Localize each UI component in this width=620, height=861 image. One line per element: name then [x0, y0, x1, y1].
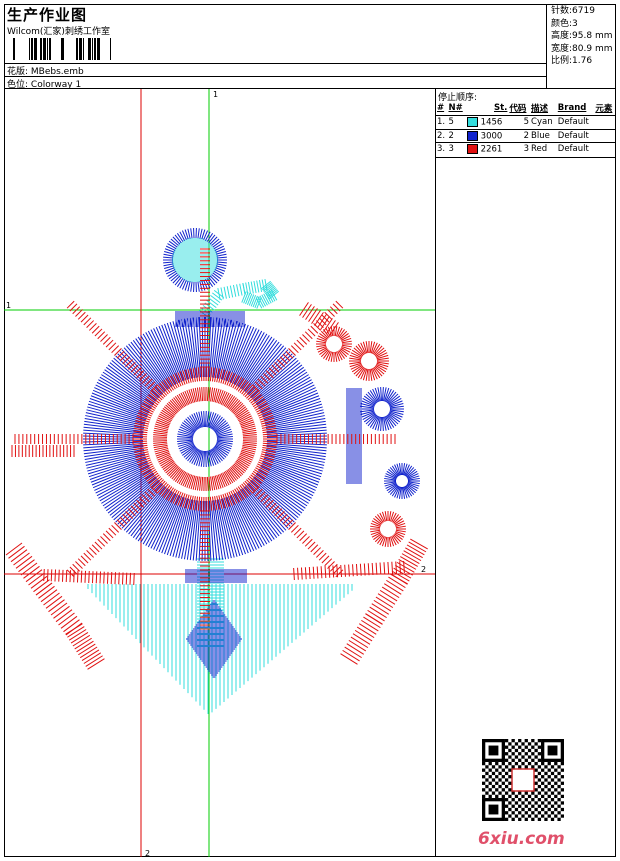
col-index: #: [436, 101, 448, 116]
stat-colors: 颜色:3: [551, 18, 616, 31]
stop-sequence-table: # N# St. 代码 描述 Brand 元素 1. 5 1456 5 Cyan…: [436, 101, 616, 156]
col-code: 代码: [508, 101, 530, 116]
stat-stitches: 针数:6719: [551, 5, 616, 18]
guide-label-h1: 1: [6, 301, 11, 310]
design-canvas[interactable]: 1 1 2 2: [4, 89, 436, 857]
company-name: Wilcom(汇家)刺绣工作室: [7, 24, 110, 37]
header-divider: [4, 63, 546, 64]
table-row[interactable]: 2. 2 3000 2 Blue Default: [436, 129, 616, 143]
stats-panel: 针数:6719 颜色:3 高度:95.8 mm 宽度:80.9 mm 比例:1.…: [546, 4, 616, 89]
table-header-row: # N# St. 代码 描述 Brand 元素: [436, 101, 616, 116]
header: 生产作业图 Wilcom(汇家)刺绣工作室 花版: MBebs.emb 色位: …: [4, 4, 616, 89]
col-brand: Brand: [557, 101, 595, 116]
guide-label-h2: 2: [421, 565, 426, 574]
col-desc: 描述: [530, 101, 557, 116]
watermark-logo: 6xiu.com: [478, 829, 565, 849]
embroidery-preview: 1 1 2 2: [4, 89, 435, 857]
stat-width: 宽度:80.9 mm: [551, 43, 616, 56]
color-swatch-cyan: [467, 117, 478, 127]
stat-height: 高度:95.8 mm: [551, 30, 616, 43]
color-swatch-blue: [467, 131, 478, 141]
barcode-icon: [7, 38, 122, 60]
table-row[interactable]: 3. 3 2261 3 Red Default: [436, 143, 616, 156]
col-stitches: St.: [466, 101, 508, 116]
color-swatch-red: [467, 144, 478, 154]
guide-label-v1: 1: [213, 90, 218, 99]
qr-code-icon: [482, 739, 564, 821]
header-divider-2: [4, 76, 546, 77]
guide-label-v2: 2: [145, 849, 150, 857]
table-row[interactable]: 1. 5 1456 5 Cyan Default: [436, 116, 616, 130]
stop-sequence-panel: 停止顺序: # N# St. 代码 描述 Brand 元素 1. 5 1456 …: [436, 89, 616, 857]
stat-scale: 比例:1.76: [551, 55, 616, 68]
header-left: 生产作业图 Wilcom(汇家)刺绣工作室 花版: MBebs.emb 色位: …: [4, 4, 546, 89]
anchor-wheel-embroidery: [6, 228, 428, 714]
sheet-title: 生产作业图: [7, 4, 87, 25]
table-bottom-rule: [436, 157, 616, 158]
col-needle: N#: [448, 101, 466, 116]
col-element: 元素: [594, 101, 616, 116]
